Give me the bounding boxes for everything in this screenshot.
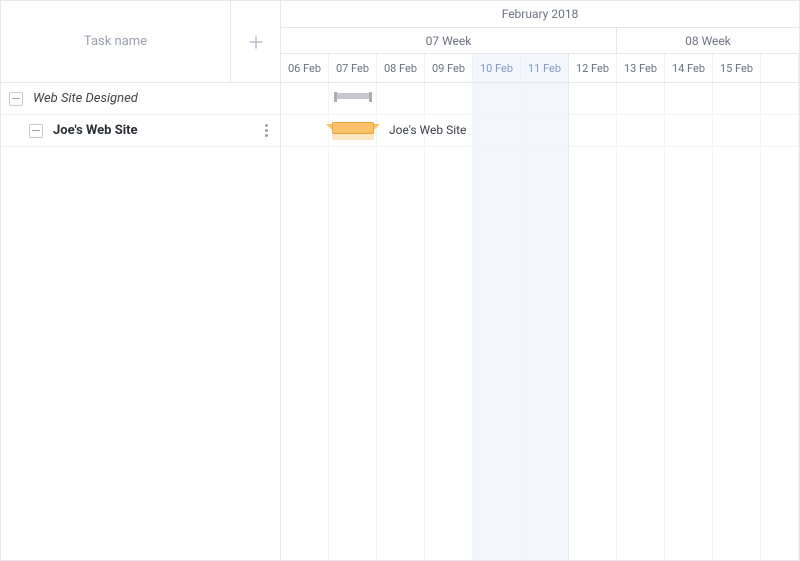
summary-bar[interactable] bbox=[335, 93, 371, 99]
timeline-panel: February 2018 07 Week 08 Week 06 Feb 07 … bbox=[281, 1, 799, 560]
week-cell: 08 Week bbox=[617, 28, 799, 54]
timeline-column bbox=[617, 83, 665, 560]
row-actions-button[interactable] bbox=[265, 124, 268, 137]
gantt-row-summary bbox=[281, 83, 799, 115]
gantt-row-task: Joe's Web Site bbox=[281, 115, 799, 147]
minus-icon bbox=[12, 98, 20, 100]
timeline-column-weekend bbox=[473, 83, 521, 560]
dots-icon bbox=[265, 134, 268, 137]
day-cell: 06 Feb bbox=[281, 54, 329, 82]
task-list-panel: Task name Web Site Designed bbox=[1, 1, 281, 560]
minus-icon bbox=[32, 130, 40, 132]
day-cell-weekend: 11 Feb bbox=[521, 54, 569, 82]
task-label: Web Site Designed bbox=[33, 91, 138, 106]
task-bar-shadow bbox=[332, 133, 374, 140]
timeline-column-weekend bbox=[521, 83, 569, 560]
timeline-column bbox=[569, 83, 617, 560]
collapse-toggle[interactable] bbox=[29, 124, 43, 138]
day-cell: 09 Feb bbox=[425, 54, 473, 82]
gantt-rows: Joe's Web Site bbox=[281, 83, 799, 147]
task-name-column-header: Task name bbox=[1, 34, 230, 49]
timeline-column bbox=[761, 83, 799, 560]
timeline-columns-bg bbox=[281, 83, 799, 560]
days-row: 06 Feb 07 Feb 08 Feb 09 Feb 10 Feb 11 Fe… bbox=[281, 54, 799, 82]
day-cell-weekend: 10 Feb bbox=[473, 54, 521, 82]
task-bar-wing-icon bbox=[373, 124, 380, 131]
weeks-row: 07 Week 08 Week bbox=[281, 28, 799, 55]
main-area: Task name Web Site Designed bbox=[1, 1, 799, 560]
add-column-button[interactable] bbox=[230, 1, 280, 83]
task-row[interactable]: Joe's Web Site bbox=[1, 115, 280, 147]
timeline-column bbox=[425, 83, 473, 560]
task-rows: Web Site Designed Joe's Web Site bbox=[1, 83, 280, 560]
timeline-column bbox=[665, 83, 713, 560]
timeline-column bbox=[713, 83, 761, 560]
dots-icon bbox=[265, 124, 268, 127]
timeline-header: February 2018 07 Week 08 Week 06 Feb 07 … bbox=[281, 1, 799, 83]
week-cell: 07 Week bbox=[281, 28, 617, 54]
plus-icon bbox=[249, 35, 263, 49]
timeline-column bbox=[281, 83, 329, 560]
task-list-header: Task name bbox=[1, 1, 280, 83]
timeline-body[interactable]: Joe's Web Site bbox=[281, 83, 799, 560]
day-cell: 14 Feb bbox=[665, 54, 713, 82]
day-cell: 15 Feb bbox=[713, 54, 761, 82]
gantt-app: Task name Web Site Designed bbox=[0, 0, 800, 561]
task-bar[interactable] bbox=[329, 122, 377, 140]
day-cell: 12 Feb bbox=[569, 54, 617, 82]
task-bar-label: Joe's Web Site bbox=[389, 123, 466, 137]
day-cell: 08 Feb bbox=[377, 54, 425, 82]
timeline-column bbox=[329, 83, 377, 560]
month-label: February 2018 bbox=[281, 1, 799, 28]
task-row-summary[interactable]: Web Site Designed bbox=[1, 83, 280, 115]
timeline-column bbox=[377, 83, 425, 560]
task-label: Joe's Web Site bbox=[53, 123, 138, 138]
day-cell: 07 Feb bbox=[329, 54, 377, 82]
dots-icon bbox=[265, 129, 268, 132]
collapse-toggle[interactable] bbox=[9, 92, 23, 106]
day-cell bbox=[761, 54, 799, 82]
day-cell: 13 Feb bbox=[617, 54, 665, 82]
task-bar-body bbox=[332, 122, 374, 134]
